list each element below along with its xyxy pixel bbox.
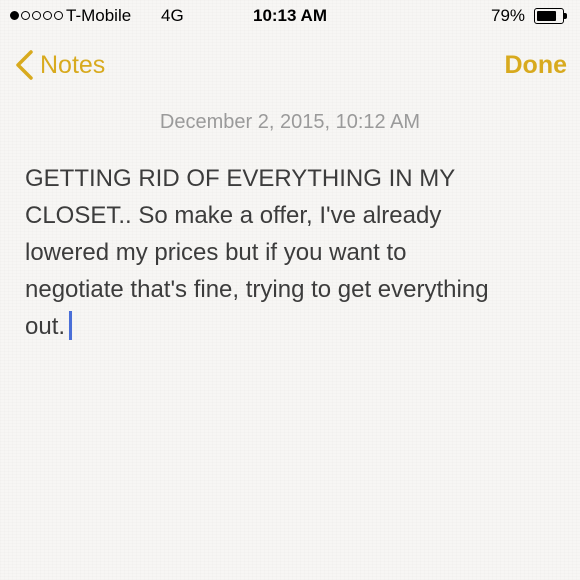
battery-nub [564, 13, 567, 19]
back-to-notes-button[interactable]: Notes [14, 48, 105, 82]
note-line: negotiate that's fine, trying to get eve… [25, 276, 489, 303]
battery-percentage: 79% [491, 6, 526, 25]
text-cursor [69, 311, 73, 340]
battery-icon [534, 8, 567, 24]
back-button-label: Notes [40, 50, 106, 79]
note-timestamp: December 2, 2015, 10:12 AM [159, 111, 421, 133]
note-text-editor[interactable]: GETTING RID OF EVERYTHING IN MY CLOSET.. … [25, 160, 565, 345]
note-line: CLOSET.. So make a offer, I've already [25, 202, 442, 229]
note-line: GETTING RID OF EVERYTHING IN MY [25, 165, 456, 192]
done-button[interactable]: Done [505, 48, 568, 82]
status-bar: T-Mobile 4G 10:13 AM 79% [0, 0, 580, 32]
note-line-last: out. [25, 308, 565, 345]
note-line: lowered my prices but if you want to [25, 239, 407, 266]
note-line: out. [25, 313, 66, 340]
chevron-left-icon [16, 50, 33, 80]
battery-level-fill [537, 11, 556, 21]
